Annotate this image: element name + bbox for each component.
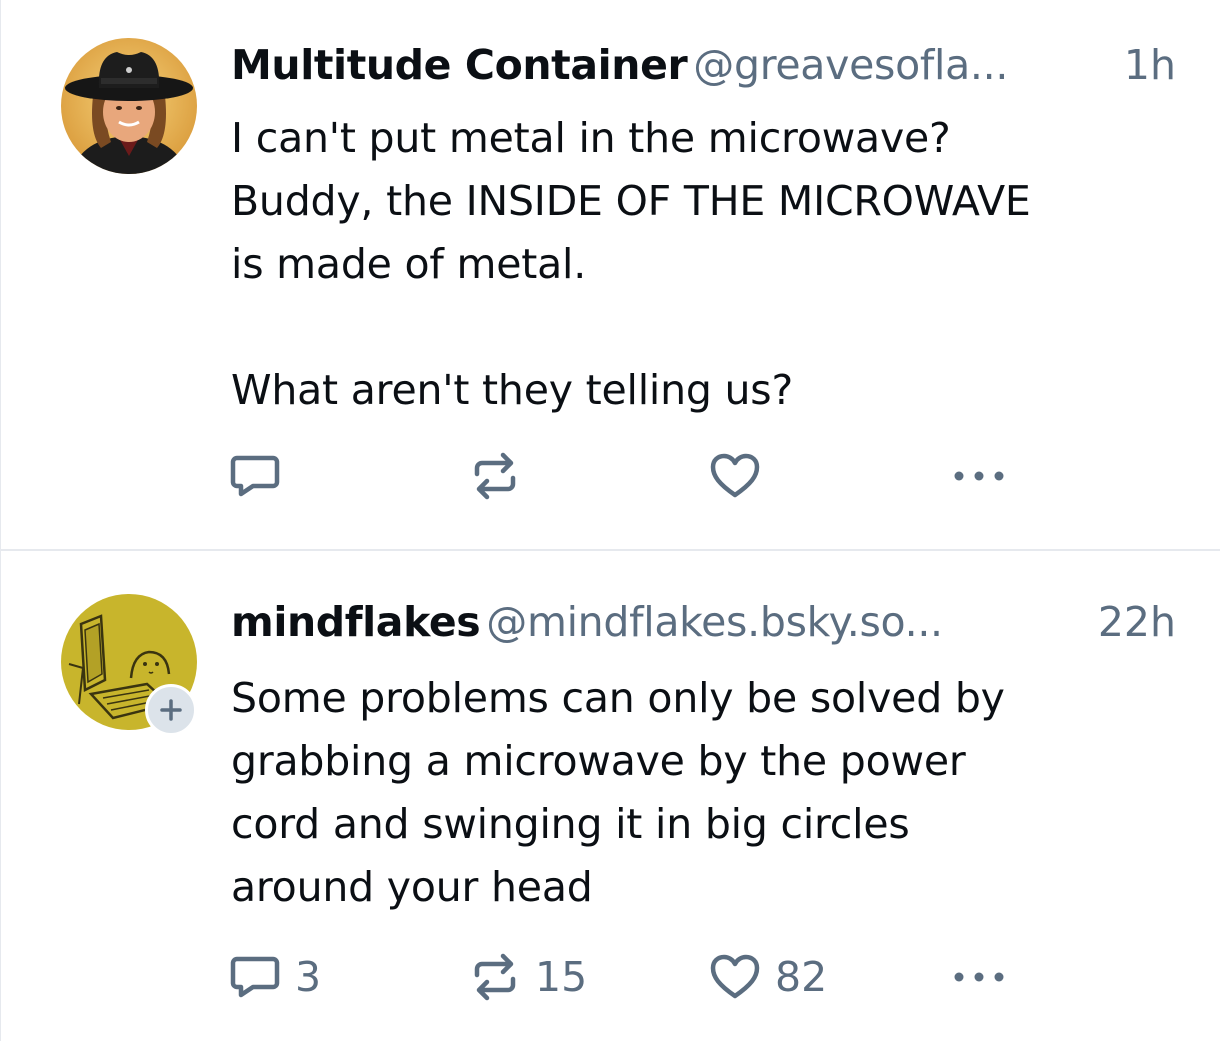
repost-button[interactable] (469, 451, 535, 501)
follow-button[interactable] (145, 684, 197, 736)
post-actions (229, 451, 1029, 501)
user-handle[interactable]: @mindflakes.bsky.so... (486, 598, 943, 646)
reply-button[interactable]: 3 (229, 952, 321, 1002)
post-header: Multitude Container @greavesofla... 1h (231, 37, 1176, 93)
repost-count: 15 (535, 953, 588, 1001)
reply-count: 3 (295, 953, 322, 1001)
reply-icon (230, 956, 280, 998)
reply-icon (230, 455, 280, 497)
cowboy-hat-avatar-icon (61, 38, 197, 174)
repost-icon (474, 953, 516, 1001)
post-actions: 3 15 82 (229, 952, 1029, 1002)
heart-icon (710, 453, 760, 498)
post-text: I can't put metal in the microwave? Budd… (231, 114, 1031, 414)
repost-icon (474, 452, 516, 500)
repost-button[interactable]: 15 (469, 952, 587, 1002)
user-avatar[interactable] (61, 38, 197, 174)
post-card[interactable]: Multitude Container @greavesofla... 1h I … (0, 0, 1220, 549)
heart-icon (710, 954, 760, 999)
post-card[interactable]: mindflakes @mindflakes.bsky.so... 22h Som… (0, 549, 1220, 1041)
user-handle[interactable]: @greavesofla... (693, 41, 1008, 89)
display-name[interactable]: mindflakes (231, 598, 481, 646)
reply-button[interactable] (229, 451, 295, 501)
like-button[interactable] (709, 451, 775, 501)
more-options-button[interactable] (949, 451, 1009, 501)
plus-icon (160, 699, 182, 721)
post-header: mindflakes @mindflakes.bsky.so... 22h (231, 594, 1176, 650)
more-icon (954, 471, 1004, 481)
post-timestamp[interactable]: 1h (1124, 37, 1176, 93)
like-button[interactable]: 82 (709, 952, 827, 1002)
post-timestamp[interactable]: 22h (1098, 594, 1176, 650)
post-text: Some problems can only be solved by grab… (231, 674, 1005, 911)
like-count: 82 (775, 953, 828, 1001)
display-name[interactable]: Multitude Container (231, 41, 688, 89)
more-icon (954, 972, 1004, 982)
more-options-button[interactable] (949, 952, 1009, 1002)
